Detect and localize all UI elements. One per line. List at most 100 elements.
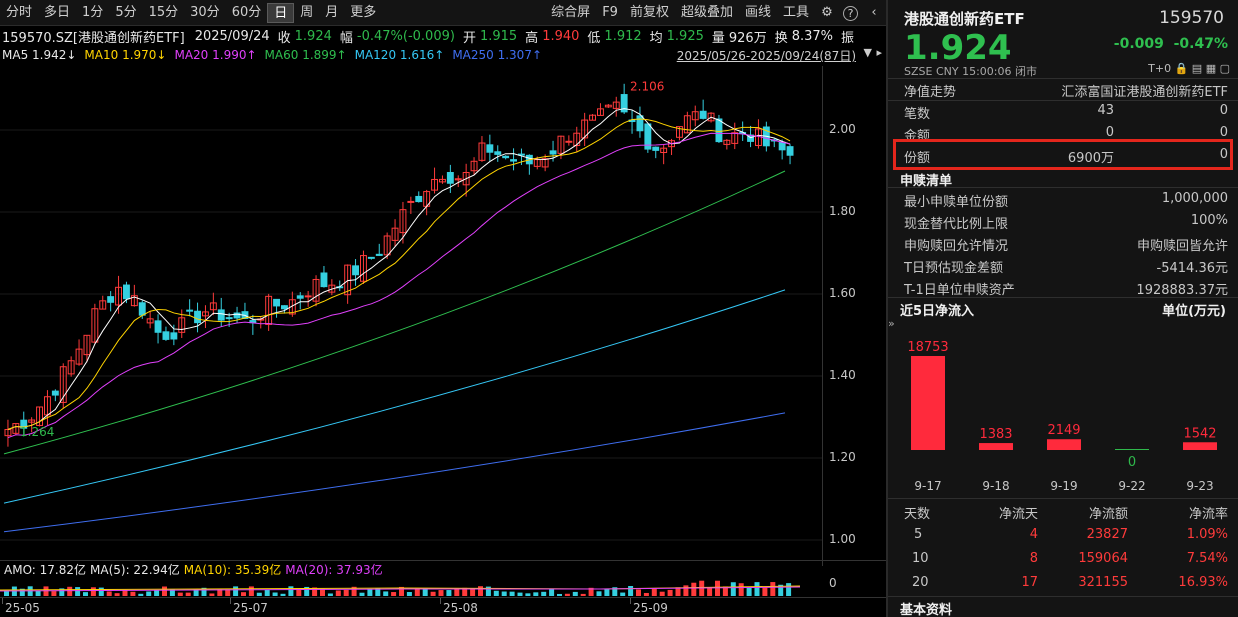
volume-bar	[565, 594, 570, 596]
candle-body	[171, 333, 177, 339]
volume-bar	[146, 591, 151, 596]
col-days: 天数	[904, 503, 930, 522]
gear-icon[interactable]: ⚙	[819, 5, 835, 21]
vol-ma20-label: MA(20): 37.93亿	[285, 561, 382, 578]
chevron-down-icon[interactable]: ▼	[864, 46, 872, 59]
candle-body	[495, 152, 501, 155]
quote-info-line: 159570.SZ[港股通创新药ETF] 2025/09/24 收 1.924 …	[2, 27, 858, 45]
sub-value: 100%	[1191, 213, 1228, 228]
volume-bar	[75, 587, 80, 596]
tool-overlay[interactable]: 超级叠加	[675, 3, 739, 23]
vol-label: 量	[712, 27, 725, 46]
zhen-label: 振	[841, 27, 854, 46]
net-days-cell: 8	[1030, 551, 1038, 566]
period-week[interactable]: 周	[294, 3, 319, 23]
sub-row: 现金替代比例上限100%	[888, 210, 1238, 232]
date-range-selector[interactable]: 2025/05/26-2025/09/24(87日)	[677, 47, 856, 64]
flow-table-row: 20 17 321155 16.93%	[888, 572, 1238, 594]
candle-body	[124, 285, 130, 299]
lock-icon[interactable]: 🔒	[1175, 62, 1189, 75]
chevron-left-icon[interactable]: ‹	[866, 5, 882, 21]
days-cell: 10	[912, 551, 929, 566]
volume-bar	[4, 591, 9, 596]
volume-bar	[107, 591, 112, 596]
volume-bar	[786, 583, 791, 596]
net-rate-cell: 1.09%	[1187, 527, 1228, 542]
basic-info-title[interactable]: 基本资料	[900, 599, 952, 617]
candle-body	[700, 111, 706, 118]
sub-value: 1928883.37元	[1136, 279, 1228, 298]
col-net-days: 净流天	[999, 503, 1038, 522]
period-15min[interactable]: 15分	[143, 3, 185, 23]
period-month[interactable]: 月	[319, 3, 344, 23]
period-30min[interactable]: 30分	[184, 3, 226, 23]
tool-tools[interactable]: 工具	[777, 3, 815, 23]
col-net-amount: 净流额	[1089, 503, 1128, 522]
stat-value-2: 0	[1220, 125, 1228, 140]
ma250-label: MA250 1.307↑	[452, 48, 542, 62]
ma120-label: MA120 1.616↑	[355, 48, 445, 62]
net-days-cell: 17	[1021, 575, 1038, 590]
candle-body	[274, 299, 280, 306]
collapse-icon[interactable]: ▸	[876, 46, 882, 59]
volume-bar	[36, 591, 41, 596]
ma5-label: MA5 1.942↓	[2, 48, 76, 62]
volume-bar	[186, 593, 191, 596]
candle-body	[487, 145, 493, 152]
candle-body	[139, 303, 145, 315]
volume-bar	[549, 589, 554, 596]
tool-composite-screen[interactable]: 综合屏	[545, 3, 596, 23]
candle-body	[52, 391, 58, 395]
candle-body	[566, 141, 572, 142]
tool-f9[interactable]: F9	[596, 3, 624, 23]
sub-row: 申购赎回允许情况申购赎回皆允许	[888, 232, 1238, 254]
period-fenshi[interactable]: 分时	[0, 3, 38, 23]
quote-side-panel: 港股通创新药ETF 159570 1.924 -0.009 -0.47% SZS…	[888, 0, 1238, 617]
candle-body	[297, 296, 303, 298]
volume-bar	[115, 593, 120, 596]
sub-row: T-1日单位申赎资产1928883.37元	[888, 276, 1238, 298]
volume-bar	[478, 586, 483, 596]
nav-trend-row[interactable]: 净值走势 汇添富国证港股通创新药ETF	[888, 78, 1238, 100]
price-tick: 2.00	[829, 122, 856, 136]
calc-icon[interactable]: ▤	[1192, 62, 1202, 75]
volume-bar	[739, 583, 744, 596]
flow-table-row: 5 4 23827 1.09%	[888, 524, 1238, 546]
volume-bar	[265, 590, 270, 596]
ma10-label: MA10 1.970↓	[84, 48, 166, 62]
open-value: 1.915	[480, 29, 517, 44]
highlight-box	[893, 139, 1233, 170]
date-axis: 25-05 25-07 25-08 25-09	[0, 597, 886, 617]
tool-adjust[interactable]: 前复权	[624, 3, 675, 23]
inflow-date-label: 9-23	[1186, 479, 1213, 493]
candlestick-chart[interactable]: 2.1061.264	[0, 66, 822, 560]
price-change: -0.009 -0.47%	[1114, 36, 1228, 52]
candle-body	[353, 266, 359, 275]
low-annotation: 1.264	[20, 425, 54, 439]
inflow-date-label: 9-19	[1050, 479, 1077, 493]
more-icon[interactable]: ▢	[1220, 62, 1230, 75]
volume-legend: AMO: 17.82亿 MA(5): 22.94亿 MA(10): 35.39亿…	[0, 560, 886, 578]
volume-bar	[241, 592, 246, 596]
volume-bar	[67, 587, 72, 596]
ma-legend: MA5 1.942↓ MA10 1.970↓ MA20 1.990↑ MA60 …	[2, 47, 550, 63]
period-more[interactable]: 更多	[344, 3, 382, 23]
period-60min[interactable]: 60分	[226, 3, 268, 23]
help-icon[interactable]: ?	[843, 6, 858, 21]
candle-body	[511, 160, 517, 161]
star-icon[interactable]: ▦	[1206, 62, 1216, 75]
security-code-name: 159570.SZ[港股通创新药ETF]	[2, 27, 185, 46]
period-multiday[interactable]: 多日	[38, 3, 76, 23]
candle-body	[226, 318, 232, 319]
candle-body	[716, 119, 722, 142]
period-1min[interactable]: 1分	[76, 3, 109, 23]
volume-bar	[755, 582, 760, 596]
candle-body	[447, 173, 453, 184]
tool-draw[interactable]: 画线	[739, 3, 777, 23]
period-5min[interactable]: 5分	[109, 3, 142, 23]
volume-bar	[581, 594, 586, 596]
volume-chart	[0, 578, 822, 596]
candle-body	[637, 116, 643, 131]
period-day[interactable]: 日	[267, 3, 294, 23]
ma20-label: MA20 1.990↑	[174, 48, 256, 62]
